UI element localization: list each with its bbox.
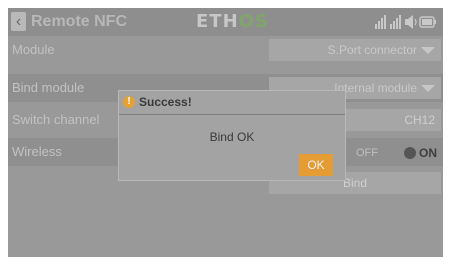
module-label: Module: [12, 42, 55, 57]
chevron-left-icon: ‹: [15, 12, 22, 30]
success-dialog: ! Success! Bind OK OK: [118, 90, 346, 181]
switch-channel-label: Switch channel: [12, 112, 100, 127]
wireless-label: Wireless: [12, 144, 62, 159]
wireless-toggle[interactable]: [404, 147, 416, 159]
wireless-off-label: OFF: [356, 147, 378, 159]
speaker-icon: [405, 15, 417, 29]
wireless-on-label: ON: [419, 146, 437, 160]
back-button[interactable]: ‹: [11, 12, 26, 31]
ok-button[interactable]: OK: [299, 154, 333, 176]
signal-icon: [375, 15, 386, 29]
module-row: Module S.Port connector: [8, 36, 443, 64]
battery-icon: [419, 16, 436, 28]
dialog-title: Success!: [139, 95, 192, 109]
top-bar: ‹ Remote NFC ETHOS: [8, 8, 443, 36]
dropdown-arrow-icon: [421, 47, 435, 54]
module-select[interactable]: S.Port connector: [269, 39, 441, 61]
radio-screen: ‹ Remote NFC ETHOS Module S.Port connect…: [8, 8, 443, 257]
switch-channel-value: CH12: [404, 113, 435, 127]
dialog-header: ! Success!: [119, 91, 345, 115]
alert-icon: !: [123, 96, 135, 108]
status-icons: [375, 15, 436, 29]
page-title: Remote NFC: [31, 13, 128, 30]
dialog-message: Bind OK: [209, 130, 255, 144]
bind-module-value: Internal module: [334, 81, 417, 95]
dropdown-arrow-icon: [421, 85, 435, 92]
ethos-logo: ETHOS: [196, 11, 269, 32]
signal-icon: [390, 15, 401, 29]
module-value: S.Port connector: [327, 43, 417, 57]
bind-module-label: Bind module: [12, 80, 85, 95]
